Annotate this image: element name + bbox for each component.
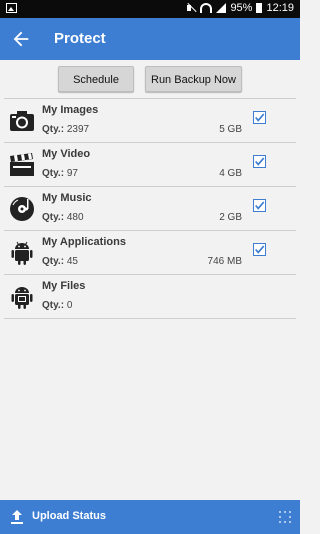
mute-icon <box>186 3 196 13</box>
list-item-files[interactable]: My Files Qty.: 0 <box>4 274 296 319</box>
android-icon <box>11 241 33 265</box>
page-title: Protect <box>54 30 106 47</box>
item-name: My Video <box>42 148 91 160</box>
music-disc-icon <box>10 197 34 221</box>
schedule-button[interactable]: Schedule <box>58 66 134 92</box>
app-bar: Protect <box>0 18 300 60</box>
list-item-images[interactable]: My Images Qty.: 2397 5 GB <box>4 98 296 142</box>
expand-grip-icon[interactable] <box>278 510 292 524</box>
item-name: My Music <box>42 192 92 204</box>
back-arrow-icon[interactable] <box>10 28 32 50</box>
item-qty: Qty.: 45 <box>42 256 78 267</box>
item-qty: Qty.: 97 <box>42 168 78 179</box>
checkbox-checked[interactable] <box>253 111 266 124</box>
checkbox-checked[interactable] <box>253 243 266 256</box>
camera-icon <box>10 111 34 131</box>
battery-percent: 95% <box>230 2 253 14</box>
upload-status-label: Upload Status <box>32 510 106 522</box>
backup-category-list: My Images Qty.: 2397 5 GB My Video Qty.:… <box>4 98 296 319</box>
item-qty: Qty.: 480 <box>42 212 84 223</box>
run-backup-now-button[interactable]: Run Backup Now <box>145 66 242 92</box>
item-size: 746 MB <box>207 256 242 267</box>
clock: 12:19 <box>266 2 294 14</box>
item-name: My Files <box>42 280 86 292</box>
upload-status-bar[interactable]: Upload Status <box>0 500 300 534</box>
gallery-notification-icon <box>6 3 17 13</box>
item-qty: Qty.: 2397 <box>42 124 90 135</box>
checkbox-checked[interactable] <box>253 155 266 168</box>
clapperboard-icon <box>10 153 34 176</box>
android-folder-icon <box>11 287 33 309</box>
list-item-video[interactable]: My Video Qty.: 97 4 GB <box>4 142 296 186</box>
wifi-icon <box>200 3 213 13</box>
item-name: My Images <box>42 104 99 116</box>
list-item-applications[interactable]: My Applications Qty.: 45 746 MB <box>4 230 296 274</box>
checkbox-checked[interactable] <box>253 199 266 212</box>
item-qty: Qty.: 0 <box>42 300 73 311</box>
item-size: 4 GB <box>219 168 242 179</box>
battery-icon <box>256 3 263 13</box>
action-buttons: Schedule Run Backup Now <box>0 66 300 92</box>
signal-icon <box>216 3 227 13</box>
status-bar: 95% 12:19 <box>0 0 300 18</box>
item-name: My Applications <box>42 236 126 248</box>
item-size: 5 GB <box>219 124 242 135</box>
item-size: 2 GB <box>219 212 242 223</box>
list-item-music[interactable]: My Music Qty.: 480 2 GB <box>4 186 296 230</box>
upload-icon <box>11 510 23 524</box>
